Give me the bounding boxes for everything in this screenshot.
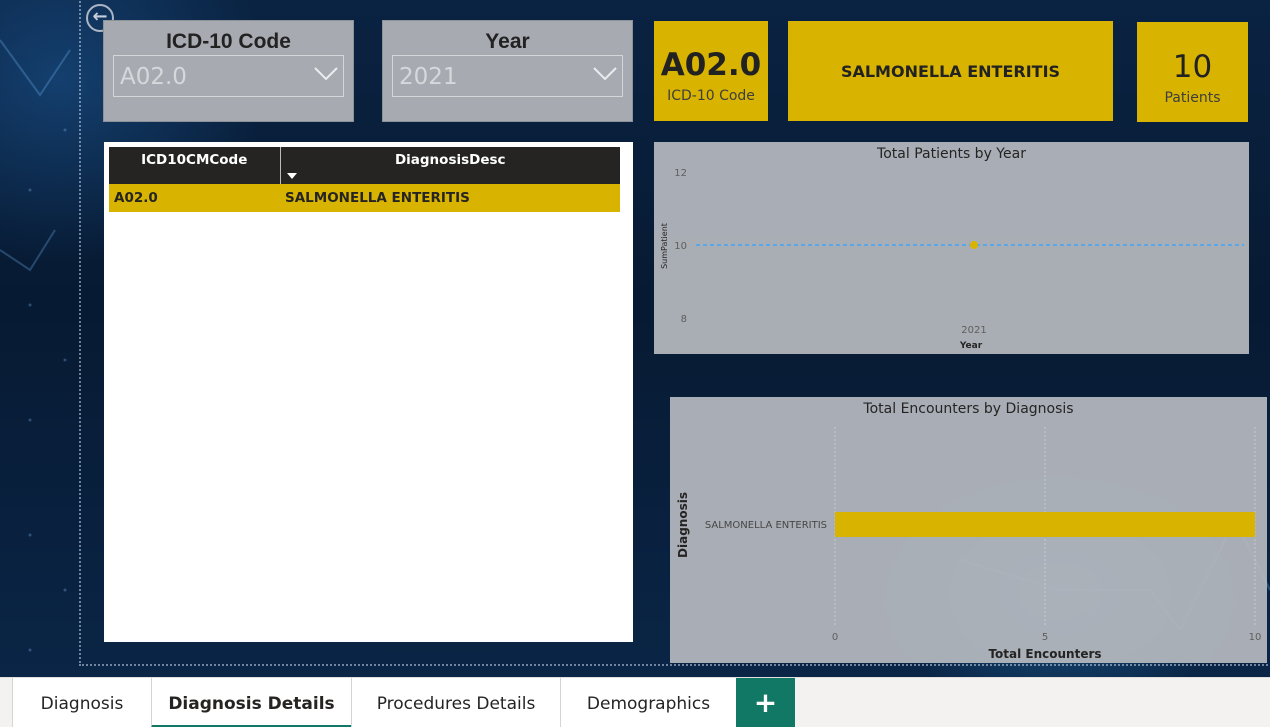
cell-desc: SALMONELLA ENTERITIS — [280, 184, 620, 212]
tab-procedures-details[interactable]: Procedures Details — [351, 678, 560, 727]
year-slicer-title: Year — [485, 30, 530, 53]
y-tick-label: 10 — [674, 241, 687, 252]
tab-diagnosis-details[interactable]: Diagnosis Details — [151, 678, 351, 727]
sort-descending-icon — [286, 173, 297, 179]
column-header-desc[interactable]: DiagnosisDesc — [280, 147, 620, 184]
diagnosis-card: SALMONELLA ENTERITIS — [788, 21, 1113, 121]
add-page-button[interactable]: + — [736, 678, 795, 727]
card-diagnosis-value: SALMONELLA ENTERITIS — [840, 62, 1061, 81]
card-patients-value: 10 — [1172, 49, 1213, 85]
bar-chart-plot: 0 5 10 SALMONELLA ENTERITIS Total Encounters… — [676, 427, 1262, 661]
card-code-label: ICD-10 Code — [667, 88, 755, 104]
card-code-value: A02.0 — [660, 47, 762, 83]
year-slicer: Year 2021 — [382, 20, 633, 122]
x-tick-label: 0 — [832, 632, 838, 643]
line-chart-plot: 12 10 8 2021 Year SumPatient — [660, 168, 1244, 351]
year-selected-value: 2021 — [399, 64, 458, 90]
column-header-desc-label: DiagnosisDesc — [394, 152, 506, 168]
x-tick-label: 5 — [1042, 632, 1048, 643]
table-header-row: ICD10CMCode DiagnosisDesc — [109, 147, 620, 184]
x-axis-label: Total Encounters — [988, 647, 1101, 661]
column-header-code[interactable]: ICD10CMCode — [109, 147, 281, 184]
y-tick-label: 12 — [674, 168, 687, 179]
cell-code: A02.0 — [109, 184, 280, 212]
page-tab-bar: Diagnosis Diagnosis Details Procedures D… — [0, 677, 1270, 727]
year-dropdown[interactable]: 2021 — [392, 55, 623, 97]
y-tick-label: SALMONELLA ENTERITIS — [705, 520, 827, 531]
tab-diagnosis[interactable]: Diagnosis — [12, 678, 151, 727]
chevron-down-icon — [593, 67, 617, 81]
tab-demographics[interactable]: Demographics — [560, 678, 736, 727]
data-point — [970, 241, 978, 249]
icd-slicer-title: ICD-10 Code — [166, 30, 291, 53]
x-tick-label: 10 — [1249, 632, 1262, 643]
x-tick-label: 2021 — [961, 325, 986, 336]
patients-by-year-chart: Total Patients by Year 12 10 8 2021 Year SumP… — [654, 142, 1249, 354]
table-row[interactable]: A02.0 SALMONELLA ENTERITIS — [109, 184, 620, 212]
patients-card: 10 Patients — [1137, 22, 1248, 122]
card-patients-label: Patients — [1164, 90, 1221, 106]
encounters-by-diagnosis-chart: Total Encounters by Diagnosis 0 5 10 SALMON… — [670, 397, 1267, 663]
y-tick-label: 8 — [681, 314, 687, 325]
icd-code-slicer: ICD-10 Code A02.0 — [103, 20, 354, 122]
bar — [835, 512, 1255, 537]
chevron-down-icon — [314, 67, 338, 81]
icd-selected-value: A02.0 — [120, 64, 187, 90]
diagnosis-table-panel: ICD10CMCode DiagnosisDesc A02.0 SALMONEL… — [104, 142, 633, 642]
y-axis-label: Diagnosis — [676, 492, 690, 558]
y-axis-label: SumPatient — [660, 223, 669, 269]
diagnosis-table: ICD10CMCode DiagnosisDesc A02.0 SALMONEL… — [109, 147, 620, 212]
icd-code-card: A02.0 ICD-10 Code — [654, 21, 768, 121]
x-axis-label: Year — [959, 341, 983, 351]
icd-dropdown[interactable]: A02.0 — [113, 55, 344, 97]
